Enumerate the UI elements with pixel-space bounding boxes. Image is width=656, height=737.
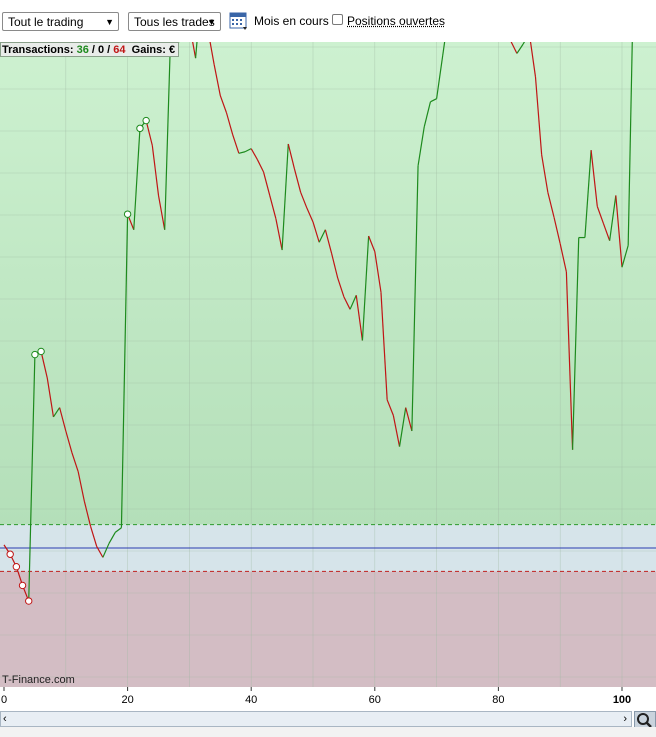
horizontal-scrollbar[interactable]: ‹ › bbox=[0, 711, 632, 727]
open-positions-label[interactable]: Positions ouvertes bbox=[347, 14, 445, 28]
scroll-right-icon[interactable]: › bbox=[623, 712, 627, 726]
chevron-down-icon: ▼ bbox=[105, 17, 114, 27]
trade-marker bbox=[37, 347, 45, 356]
sep-2: / bbox=[104, 44, 114, 56]
gains-label: Gains: bbox=[125, 44, 169, 56]
equity-chart-svg bbox=[0, 0, 656, 687]
losses-count: 64 bbox=[113, 44, 126, 56]
x-tick-label: 20 bbox=[121, 694, 133, 706]
x-tick-label: 40 bbox=[245, 694, 257, 706]
trades-filter-select[interactable]: Tous les trades ▼ bbox=[128, 12, 221, 31]
sep-1: / bbox=[88, 44, 98, 56]
trade-marker bbox=[25, 597, 33, 605]
loss-zone bbox=[0, 571, 656, 687]
x-tick-label: 0 bbox=[1, 694, 7, 706]
trading-filter-value: Tout le trading bbox=[8, 15, 84, 29]
trade-marker bbox=[18, 581, 27, 590]
x-tick-label: 80 bbox=[492, 694, 504, 706]
trade-marker bbox=[6, 550, 14, 558]
x-axis: 0 20 40 60 80 100 bbox=[0, 687, 656, 711]
x-tick-label: 100 bbox=[613, 694, 631, 706]
trade-marker bbox=[31, 350, 39, 359]
wins-count: 36 bbox=[76, 44, 89, 56]
scroll-left-icon[interactable]: ‹ bbox=[3, 712, 7, 726]
equity-chart bbox=[0, 0, 656, 687]
zoom-icon bbox=[637, 713, 652, 728]
trade-marker bbox=[123, 210, 132, 218]
open-positions-checkbox[interactable] bbox=[332, 14, 343, 25]
calendar-icon[interactable] bbox=[229, 11, 249, 31]
trade-marker bbox=[12, 563, 21, 571]
bottom-strip bbox=[0, 727, 656, 737]
toolbar: Tout le trading ▼ Tous les trades ▼ Mois… bbox=[0, 0, 656, 43]
trades-filter-value: Tous les trades bbox=[134, 15, 215, 29]
x-tick-label: 60 bbox=[369, 694, 381, 706]
transactions-summary: Transactions: 36 / 0 / 64 Gains: € bbox=[0, 42, 180, 57]
watermark: T-Finance.com bbox=[2, 674, 75, 686]
transactions-label: Transactions: bbox=[2, 44, 77, 56]
chevron-down-icon: ▼ bbox=[207, 17, 216, 27]
trading-filter-select[interactable]: Tout le trading ▼ bbox=[2, 12, 119, 31]
x-axis-svg: 0 20 40 60 80 100 bbox=[1, 687, 631, 706]
calendar-label: Mois en cours bbox=[254, 14, 329, 28]
profit-zone bbox=[0, 42, 656, 525]
trade-marker bbox=[136, 124, 144, 133]
trade-marker bbox=[142, 116, 150, 125]
gains-value: € bbox=[168, 44, 176, 56]
